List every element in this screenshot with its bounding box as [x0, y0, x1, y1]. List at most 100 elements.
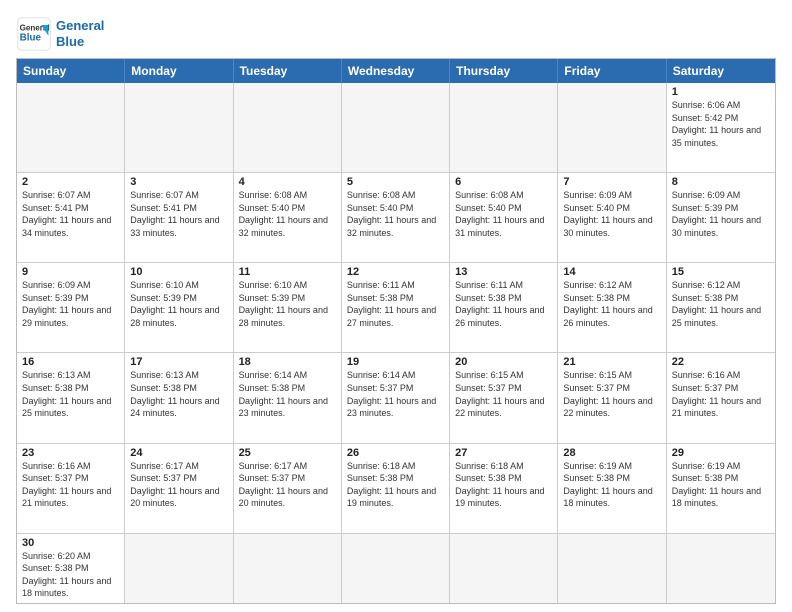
sun-info: Sunrise: 6:11 AM Sunset: 5:38 PM Dayligh… [347, 279, 444, 329]
cal-cell-13: 13Sunrise: 6:11 AM Sunset: 5:38 PM Dayli… [450, 263, 558, 352]
cal-cell-empty-0-0 [17, 83, 125, 172]
day-number: 26 [347, 447, 444, 459]
day-number: 3 [130, 176, 227, 188]
day-number: 16 [22, 356, 119, 368]
sun-info: Sunrise: 6:15 AM Sunset: 5:37 PM Dayligh… [563, 369, 660, 419]
cal-header-wednesday: Wednesday [342, 59, 450, 83]
logo-text: General Blue [56, 18, 104, 49]
cal-cell-7: 7Sunrise: 6:09 AM Sunset: 5:40 PM Daylig… [558, 173, 666, 262]
day-number: 14 [563, 266, 660, 278]
day-number: 17 [130, 356, 227, 368]
day-number: 18 [239, 356, 336, 368]
calendar-header-row: SundayMondayTuesdayWednesdayThursdayFrid… [17, 59, 775, 83]
cal-cell-26: 26Sunrise: 6:18 AM Sunset: 5:38 PM Dayli… [342, 444, 450, 533]
day-number: 25 [239, 447, 336, 459]
cal-cell-5: 5Sunrise: 6:08 AM Sunset: 5:40 PM Daylig… [342, 173, 450, 262]
day-number: 20 [455, 356, 552, 368]
sun-info: Sunrise: 6:10 AM Sunset: 5:39 PM Dayligh… [130, 279, 227, 329]
cal-week-3: 16 Sunrise: 6:13 AM Sunset: 5:38 PM Dayli… [17, 352, 775, 442]
day-number: 4 [239, 176, 336, 188]
sun-info: Sunrise: 6:18 AM Sunset: 5:38 PM Dayligh… [347, 460, 444, 510]
cal-cell-18: 18Sunrise: 6:14 AM Sunset: 5:38 PM Dayli… [234, 353, 342, 442]
cal-header-friday: Friday [558, 59, 666, 83]
cal-cell-30: 30Sunrise: 6:20 AM Sunset: 5:38 PM Dayli… [17, 534, 125, 603]
cal-cell-4: 4Sunrise: 6:08 AM Sunset: 5:40 PM Daylig… [234, 173, 342, 262]
cal-cell-empty-5-6 [667, 534, 775, 603]
cal-week-5: 30Sunrise: 6:20 AM Sunset: 5:38 PM Dayli… [17, 533, 775, 603]
day-number: 9 [22, 266, 119, 278]
day-number: 11 [239, 266, 336, 278]
cal-cell-empty-5-5 [558, 534, 666, 603]
cal-cell-27: 27Sunrise: 6:18 AM Sunset: 5:38 PM Dayli… [450, 444, 558, 533]
cal-cell-19: 19Sunrise: 6:14 AM Sunset: 5:37 PM Dayli… [342, 353, 450, 442]
sun-info: Sunrise: 6:10 AM Sunset: 5:39 PM Dayligh… [239, 279, 336, 329]
cal-cell-empty-0-4 [450, 83, 558, 172]
header: General Blue General Blue [16, 12, 776, 52]
sun-info: Sunrise: 6:14 AM Sunset: 5:37 PM Dayligh… [347, 369, 444, 419]
cal-cell-2: 2Sunrise: 6:07 AM Sunset: 5:41 PM Daylig… [17, 173, 125, 262]
cal-cell-empty-5-3 [342, 534, 450, 603]
day-number: 21 [563, 356, 660, 368]
cal-header-tuesday: Tuesday [234, 59, 342, 83]
cal-cell-empty-0-5 [558, 83, 666, 172]
page: General Blue General Blue SundayMondayTu… [0, 0, 792, 612]
cal-cell-14: 14Sunrise: 6:12 AM Sunset: 5:38 PM Dayli… [558, 263, 666, 352]
sun-info: Sunrise: 6:19 AM Sunset: 5:38 PM Dayligh… [672, 460, 770, 510]
calendar-body: 1Sunrise: 6:06 AM Sunset: 5:42 PM Daylig… [17, 83, 775, 603]
sun-info: Sunrise: 6:17 AM Sunset: 5:37 PM Dayligh… [130, 460, 227, 510]
day-number: 29 [672, 447, 770, 459]
sun-info: Sunrise: 6:09 AM Sunset: 5:39 PM Dayligh… [22, 279, 119, 329]
sun-info: Sunrise: 6:13 AM Sunset: 5:38 PM Dayligh… [130, 369, 227, 419]
sun-info: Sunrise: 6:08 AM Sunset: 5:40 PM Dayligh… [455, 189, 552, 239]
day-number: 27 [455, 447, 552, 459]
cal-cell-empty-5-4 [450, 534, 558, 603]
cal-cell-empty-0-1 [125, 83, 233, 172]
day-number: 1 [672, 86, 770, 98]
cal-cell-22: 22Sunrise: 6:16 AM Sunset: 5:37 PM Dayli… [667, 353, 775, 442]
cal-cell-21: 21Sunrise: 6:15 AM Sunset: 5:37 PM Dayli… [558, 353, 666, 442]
cal-cell-8: 8Sunrise: 6:09 AM Sunset: 5:39 PM Daylig… [667, 173, 775, 262]
cal-cell-empty-0-3 [342, 83, 450, 172]
day-number: 8 [672, 176, 770, 188]
cal-week-4: 23Sunrise: 6:16 AM Sunset: 5:37 PM Dayli… [17, 443, 775, 533]
cal-cell-24: 24Sunrise: 6:17 AM Sunset: 5:37 PM Dayli… [125, 444, 233, 533]
cal-week-1: 2Sunrise: 6:07 AM Sunset: 5:41 PM Daylig… [17, 172, 775, 262]
sun-info: Sunrise: 6:17 AM Sunset: 5:37 PM Dayligh… [239, 460, 336, 510]
cal-cell-10: 10Sunrise: 6:10 AM Sunset: 5:39 PM Dayli… [125, 263, 233, 352]
day-number: 30 [22, 537, 119, 549]
sun-info: Sunrise: 6:09 AM Sunset: 5:40 PM Dayligh… [563, 189, 660, 239]
cal-cell-20: 20Sunrise: 6:15 AM Sunset: 5:37 PM Dayli… [450, 353, 558, 442]
cal-header-thursday: Thursday [450, 59, 558, 83]
cal-cell-1: 1Sunrise: 6:06 AM Sunset: 5:42 PM Daylig… [667, 83, 775, 172]
cal-week-0: 1Sunrise: 6:06 AM Sunset: 5:42 PM Daylig… [17, 83, 775, 172]
cal-cell-12: 12Sunrise: 6:11 AM Sunset: 5:38 PM Dayli… [342, 263, 450, 352]
cal-cell-11: 11Sunrise: 6:10 AM Sunset: 5:39 PM Dayli… [234, 263, 342, 352]
sun-info: Sunrise: 6:15 AM Sunset: 5:37 PM Dayligh… [455, 369, 552, 419]
cal-cell-empty-5-1 [125, 534, 233, 603]
cal-cell-3: 3Sunrise: 6:07 AM Sunset: 5:41 PM Daylig… [125, 173, 233, 262]
day-number: 12 [347, 266, 444, 278]
cal-cell-9: 9Sunrise: 6:09 AM Sunset: 5:39 PM Daylig… [17, 263, 125, 352]
sun-info: Sunrise: 6:16 AM Sunset: 5:37 PM Dayligh… [22, 460, 119, 510]
sun-info: Sunrise: 6:08 AM Sunset: 5:40 PM Dayligh… [239, 189, 336, 239]
sun-info: Sunrise: 6:12 AM Sunset: 5:38 PM Dayligh… [563, 279, 660, 329]
day-number: 24 [130, 447, 227, 459]
cal-cell-16: 16Sunrise: 6:13 AM Sunset: 5:38 PM Dayli… [17, 353, 125, 442]
cal-header-sunday: Sunday [17, 59, 125, 83]
cal-header-saturday: Saturday [667, 59, 775, 83]
cal-cell-empty-5-2 [234, 534, 342, 603]
day-number: 13 [455, 266, 552, 278]
cal-cell-28: 28Sunrise: 6:19 AM Sunset: 5:38 PM Dayli… [558, 444, 666, 533]
cal-cell-23: 23Sunrise: 6:16 AM Sunset: 5:37 PM Dayli… [17, 444, 125, 533]
sun-info: Sunrise: 6:06 AM Sunset: 5:42 PM Dayligh… [672, 99, 770, 149]
day-number: 28 [563, 447, 660, 459]
svg-text:Blue: Blue [20, 32, 42, 43]
cal-cell-25: 25Sunrise: 6:17 AM Sunset: 5:37 PM Dayli… [234, 444, 342, 533]
cal-cell-29: 29Sunrise: 6:19 AM Sunset: 5:38 PM Dayli… [667, 444, 775, 533]
sun-info: Sunrise: 6:07 AM Sunset: 5:41 PM Dayligh… [130, 189, 227, 239]
day-number: 19 [347, 356, 444, 368]
day-number: 6 [455, 176, 552, 188]
sun-info: Sunrise: 6:07 AM Sunset: 5:41 PM Dayligh… [22, 189, 119, 239]
sun-info: Sunrise: 6:14 AM Sunset: 5:38 PM Dayligh… [239, 369, 336, 419]
day-number: 2 [22, 176, 119, 188]
